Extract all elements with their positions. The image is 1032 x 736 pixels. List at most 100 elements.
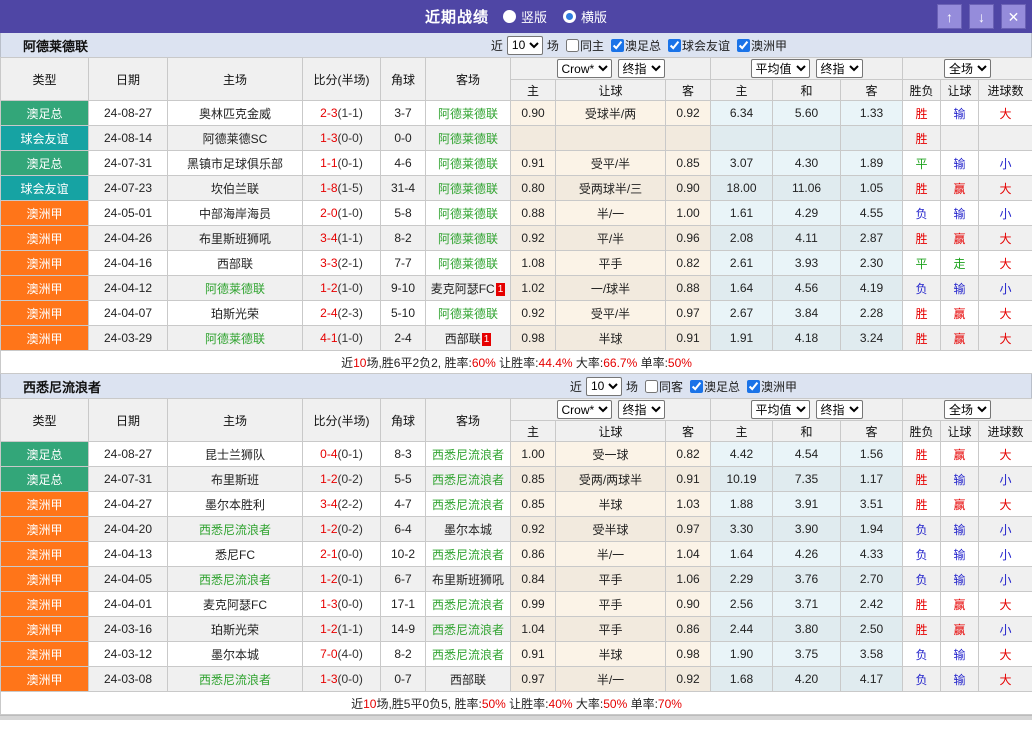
handicap-source-select[interactable]: Crow* [557, 400, 612, 419]
handicap-final-select[interactable]: 终指 [618, 59, 665, 78]
league-filter-checkbox[interactable] [690, 380, 703, 393]
europe-odds-group-header: 平均值终指 [711, 58, 903, 80]
league-badge: 澳洲甲 [1, 517, 89, 542]
full-time-score: 1-3 [320, 597, 337, 611]
handicap-result: 赢 [941, 617, 979, 642]
goals-result: 小 [979, 567, 1032, 592]
match-result: 胜 [903, 492, 941, 517]
league-filter-checkbox-label[interactable]: 澳洲甲 [744, 378, 797, 395]
column-header: 日期 [89, 399, 168, 442]
away-team: 西悉尼流浪者 [426, 467, 511, 492]
europe-draw-odds: 4.30 [773, 151, 841, 176]
handicap-away-odds [666, 126, 711, 151]
away-team: 墨尔本城 [426, 517, 511, 542]
match-row: 澳足总24-08-27昆士兰狮队0-4(0-1)8-3西悉尼流浪者1.00受一球… [1, 442, 1032, 467]
europe-final-select[interactable]: 终指 [816, 400, 863, 419]
handicap-line: 受平/半 [556, 151, 666, 176]
handicap-away-odds: 1.06 [666, 567, 711, 592]
europe-draw-odds: 4.18 [773, 326, 841, 351]
panel-title: 近期战绩 [425, 6, 489, 27]
same-venue-checkbox-label[interactable]: 同客 [642, 378, 683, 395]
red-card-badge: 1 [482, 333, 492, 346]
europe-away-odds: 4.19 [841, 276, 903, 301]
league-filter-checkbox-label[interactable]: 澳足总 [608, 37, 661, 54]
move-down-button[interactable]: ↓ [969, 4, 994, 29]
team-name: 西悉尼流浪者 [1, 377, 101, 396]
layout-radio-horizontal[interactable]: 横版 [563, 7, 607, 26]
europe-final-select[interactable]: 终指 [816, 59, 863, 78]
europe-draw-odds: 3.75 [773, 642, 841, 667]
match-count-select[interactable]: 10 [586, 377, 622, 396]
europe-away-odds: 4.33 [841, 542, 903, 567]
league-filter-checkbox-label[interactable]: 球会友谊 [665, 37, 730, 54]
close-icon: ✕ [1008, 10, 1020, 24]
europe-source-select[interactable]: 平均值 [751, 400, 810, 419]
league-badge: 澳洲甲 [1, 542, 89, 567]
handicap-away-odds: 0.91 [666, 467, 711, 492]
europe-home-odds: 2.44 [711, 617, 773, 642]
same-venue-checkbox[interactable] [566, 39, 579, 52]
move-up-button[interactable]: ↑ [937, 4, 962, 29]
match-count-select[interactable]: 10 [507, 36, 543, 55]
europe-away-odds: 2.28 [841, 301, 903, 326]
league-filter-checkbox[interactable] [747, 380, 760, 393]
full-time-score: 7-0 [320, 647, 337, 661]
corner-count: 0-7 [381, 667, 426, 692]
scope-select[interactable]: 全场 [944, 400, 991, 419]
league-filter-checkbox[interactable] [668, 39, 681, 52]
match-date: 24-04-12 [89, 276, 168, 301]
goals-result: 小 [979, 467, 1032, 492]
europe-away-odds: 2.50 [841, 617, 903, 642]
column-header: 类型 [1, 399, 89, 442]
score-cell: 3-3(2-1) [303, 251, 381, 276]
layout-radio-vertical[interactable]: 竖版 [503, 7, 547, 26]
corner-count: 5-8 [381, 201, 426, 226]
europe-home-odds: 1.64 [711, 276, 773, 301]
league-filter-checkbox[interactable] [611, 39, 624, 52]
same-venue-checkbox-label[interactable]: 同主 [563, 37, 604, 54]
close-button[interactable]: ✕ [1001, 4, 1026, 29]
handicap-away-odds: 1.04 [666, 542, 711, 567]
full-time-score: 2-4 [320, 306, 337, 320]
handicap-result [941, 126, 979, 151]
league-filter-checkbox[interactable] [737, 39, 750, 52]
league-filter-checkbox-label[interactable]: 澳足总 [687, 378, 740, 395]
league-badge: 澳足总 [1, 467, 89, 492]
full-time-score: 1-2 [320, 281, 337, 295]
match-date: 24-04-01 [89, 592, 168, 617]
match-date: 24-04-13 [89, 542, 168, 567]
match-date: 24-07-23 [89, 176, 168, 201]
handicap-home-odds: 0.91 [511, 151, 556, 176]
europe-draw-odds: 5.60 [773, 101, 841, 126]
scope-select[interactable]: 全场 [944, 59, 991, 78]
handicap-line: 平手 [556, 592, 666, 617]
full-time-score: 2-3 [320, 106, 337, 120]
results-table: 类型日期主场比分(半场)角球客场Crow*终指平均值终指全场主让球客主和客胜负让… [0, 57, 1032, 374]
handicap-source-select[interactable]: Crow* [557, 59, 612, 78]
handicap-line: 受一球 [556, 442, 666, 467]
league-filter-checkbox-label[interactable]: 澳洲甲 [734, 37, 787, 54]
handicap-home-odds: 1.02 [511, 276, 556, 301]
europe-draw-odds: 11.06 [773, 176, 841, 201]
full-time-score: 3-4 [320, 497, 337, 511]
column-header: 和 [773, 80, 841, 101]
section-header: 西悉尼流浪者近10场同客澳足总澳洲甲 [0, 374, 1032, 398]
same-venue-checkbox[interactable] [645, 380, 658, 393]
match-row: 澳足总24-07-31黑镇市足球俱乐部1-1(0-1)4-6阿德莱德联0.91受… [1, 151, 1032, 176]
column-header: 让球 [941, 80, 979, 101]
half-time-score: (2-1) [338, 256, 363, 270]
column-header: 主 [711, 80, 773, 101]
goals-result: 小 [979, 201, 1032, 226]
radio-circle-icon [563, 10, 576, 23]
column-header: 让球 [941, 421, 979, 442]
half-time-score: (0-0) [338, 672, 363, 686]
score-cell: 1-1(0-1) [303, 151, 381, 176]
handicap-final-select[interactable]: 终指 [618, 400, 665, 419]
match-date: 24-04-26 [89, 226, 168, 251]
goals-result: 大 [979, 101, 1032, 126]
handicap-home-odds: 0.98 [511, 326, 556, 351]
match-row: 澳洲甲24-04-27墨尔本胜利3-4(2-2)4-7西悉尼流浪者0.85半球1… [1, 492, 1032, 517]
europe-away-odds: 4.17 [841, 667, 903, 692]
match-row: 澳洲甲24-03-12墨尔本城7-0(4-0)8-2西悉尼流浪者0.91半球0.… [1, 642, 1032, 667]
europe-source-select[interactable]: 平均值 [751, 59, 810, 78]
